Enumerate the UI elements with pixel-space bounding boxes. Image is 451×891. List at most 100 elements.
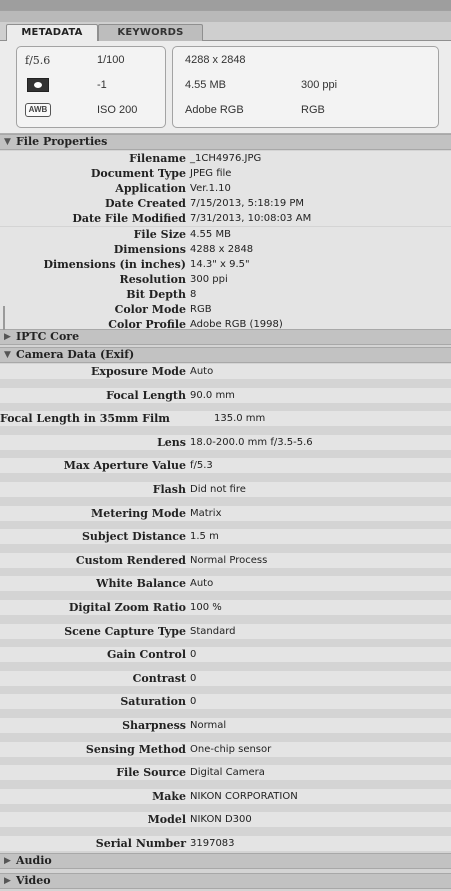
section-header-file-properties[interactable]: ▼ File Properties [0,134,451,150]
property-label: Resolution [119,272,186,286]
property-label: Serial Number [95,837,186,850]
property-value[interactable]: Digital Camera [190,767,265,778]
property-label: White Balance [96,577,186,591]
property-value[interactable]: 1.5 m [190,531,219,542]
property-row: Scene Capture Type Standard [0,623,451,639]
property-row: Dimensions 4288 x 2848 [0,241,451,257]
summary-dimensions: 4288 x 2848 [185,54,246,66]
property-row: Metering Mode Matrix [0,505,451,521]
property-row: Gain Control 0 [0,647,451,663]
property-row: Dimensions (in inches) 14.3" x 9.5" [0,256,451,272]
property-value[interactable]: 0 [190,673,196,684]
property-value[interactable]: 14.3" x 9.5" [190,259,250,270]
property-value[interactable]: Normal [190,720,226,731]
summary-color-profile: Adobe RGB [185,104,244,116]
property-label: Document Type [90,167,186,181]
property-label: Sensing Method [85,742,186,756]
property-value[interactable]: Standard [190,626,236,637]
summary-resolution: 300 ppi [301,79,338,91]
property-label: Date Created [104,197,186,211]
property-value[interactable]: Matrix [190,508,221,519]
disclosure-collapsed-icon: ▶ [4,332,11,342]
disclosure-expanded-icon: ▼ [4,350,11,360]
property-row: Lens 18.0-200.0 mm f/3.5-5.6 [0,434,451,450]
property-row: Resolution 300 ppi [0,271,451,287]
camera-summary-box: f/5.6 1/100 -1 AWB ISO 200 [16,46,166,128]
property-label: Digital Zoom Ratio [68,601,186,614]
property-value[interactable]: JPEG file [190,168,231,179]
property-label: Scene Capture Type [64,624,186,638]
property-value[interactable]: 135.0 mm [214,413,265,424]
property-value[interactable]: 4288 x 2848 [190,244,253,255]
property-value[interactable]: f/5.3 [190,460,213,471]
property-row: White Balance Auto [0,576,451,592]
property-row: Filename _1CH4976.JPG [0,151,451,166]
property-value[interactable]: 18.0-200.0 mm f/3.5-5.6 [190,437,313,448]
property-row: Digital Zoom Ratio 100 % [0,600,451,615]
property-label: Filename [129,152,186,165]
section-header-camera-data[interactable]: ▼ Camera Data (Exif) [0,347,451,363]
property-value[interactable]: RGB [190,304,212,315]
property-label: Dimensions (in inches) [43,257,186,271]
property-value[interactable]: 0 [190,696,196,707]
property-row: Date Created 7/15/2013, 5:18:19 PM [0,196,451,212]
property-row: Exposure Mode Auto [0,364,451,379]
section-title: IPTC Core [16,330,80,343]
property-label: Metering Mode [91,506,186,520]
property-label: Color Mode [114,303,186,316]
section-header-audio[interactable]: ▶ Audio [0,853,451,869]
property-value[interactable]: Auto [190,578,213,589]
property-row: Document Type JPEG file [0,166,451,182]
section-title: Video [16,874,51,887]
tab-keywords[interactable]: KEYWORDS [98,24,203,42]
property-value[interactable]: 300 ppi [190,274,228,285]
property-value[interactable]: 7/15/2013, 5:18:19 PM [190,198,304,209]
property-value[interactable]: Ver.1.10 [190,183,231,194]
disclosure-collapsed-icon: ▶ [4,856,11,866]
property-row: Color Mode RGB [0,302,451,317]
property-value[interactable]: 100 % [190,602,222,613]
property-label: File Size [133,227,186,241]
property-value[interactable]: NIKON CORPORATION [190,791,298,802]
property-value[interactable]: One-chip sensor [190,744,271,755]
property-row: Date File Modified 7/31/2013, 10:08:03 AM [0,211,451,227]
property-label: Application [115,182,186,196]
property-row: Focal Length in 35mm Film 135.0 mm [0,411,451,427]
property-value[interactable]: Normal Process [190,555,267,566]
property-label: Date File Modified [72,212,186,226]
property-value[interactable]: 7/31/2013, 10:08:03 AM [190,213,311,224]
property-row: Flash Did not fire [0,482,451,497]
property-value[interactable]: 4.55 MB [190,229,231,240]
property-value[interactable]: 3197083 [190,838,235,849]
property-value[interactable]: 8 [190,289,196,300]
property-value[interactable]: 90.0 mm [190,390,235,401]
property-label: Saturation [120,695,186,709]
property-value[interactable]: _1CH4976.JPG [190,153,261,164]
disclosure-collapsed-icon: ▶ [4,876,11,886]
property-label: Custom Rendered [75,553,186,567]
section-title: File Properties [16,135,108,148]
summary-color-mode: RGB [301,104,325,116]
property-label: Subject Distance [81,530,186,544]
section-header-video[interactable]: ▶ Video [0,873,451,889]
property-row: Contrast 0 [0,670,451,686]
shutter-speed-value: 1/100 [97,54,125,66]
property-row: Model NIKON D300 [0,812,451,828]
property-row: Custom Rendered Normal Process [0,552,451,568]
section-header-iptc-core[interactable]: ▶ IPTC Core [0,329,451,345]
property-value[interactable]: NIKON D300 [190,814,252,825]
panel-top-strip [0,0,451,22]
property-row: Max Aperture Value f/5.3 [0,458,451,474]
property-row: Sharpness Normal [0,718,451,733]
property-value[interactable]: Auto [190,366,213,377]
summary-file-size: 4.55 MB [185,79,226,91]
property-row: Saturation 0 [0,694,451,710]
property-value[interactable]: 0 [190,649,196,660]
panel-resize-grip[interactable] [3,306,5,330]
iso-value: ISO 200 [97,104,138,116]
metadata-summary: f/5.6 1/100 -1 AWB ISO 200 4288 x 2848 4… [0,41,451,134]
property-value[interactable]: Did not fire [190,484,246,495]
property-row: Sensing Method One-chip sensor [0,741,451,757]
section-title: Audio [16,854,52,867]
section-title: Camera Data (Exif) [16,348,135,361]
